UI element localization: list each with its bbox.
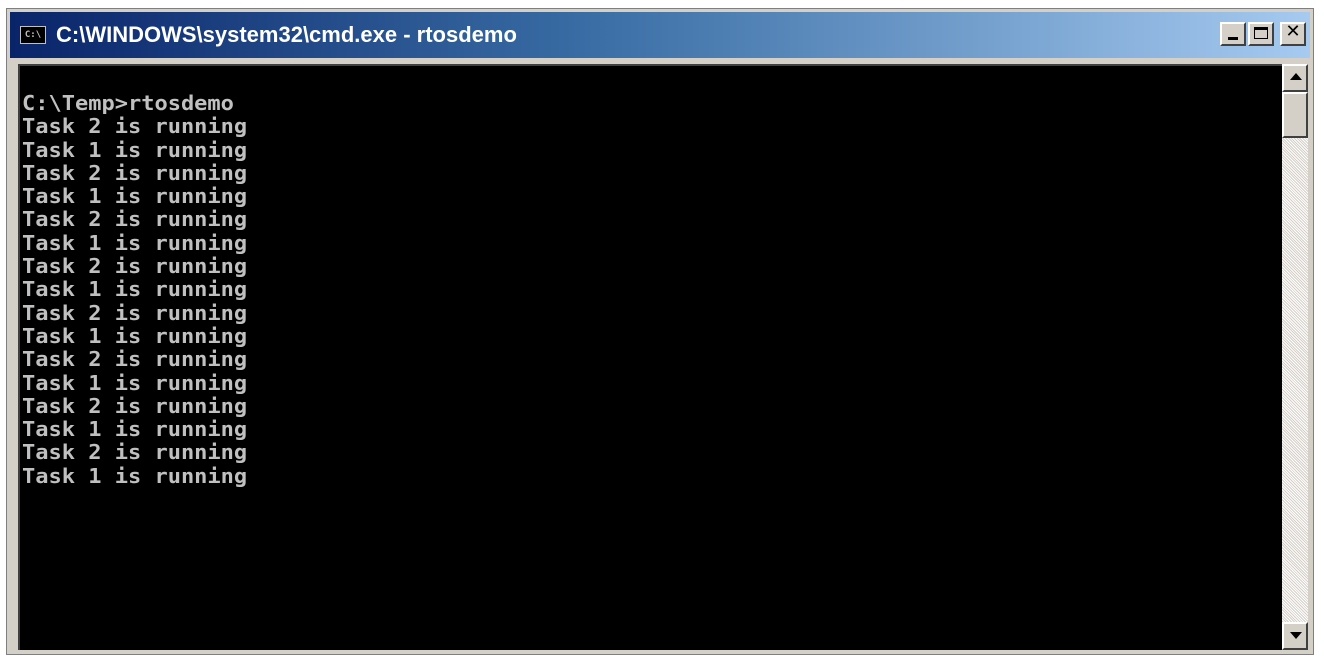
console-line: Task 2 is running bbox=[22, 254, 248, 279]
console-line: Task 2 is running bbox=[22, 440, 248, 465]
arrow-down-icon bbox=[1290, 632, 1302, 639]
console-line-prompt: C:\Temp>rtosdemo bbox=[22, 91, 234, 115]
console-line: Task 2 is running bbox=[22, 114, 248, 139]
window-title: C:\WINDOWS\system32\cmd.exe - rtosdemo bbox=[56, 22, 517, 47]
cmd-window: C:\ C:\WINDOWS\system32\cmd.exe - rtosde… bbox=[6, 8, 1314, 655]
console-line: Task 1 is running bbox=[22, 230, 248, 255]
close-icon: ✕ bbox=[1285, 21, 1301, 42]
vertical-scrollbar[interactable] bbox=[1282, 64, 1308, 650]
console-line: Task 1 is running bbox=[22, 323, 248, 348]
console-line: Task 1 is running bbox=[22, 184, 248, 209]
console-line: Task 1 is running bbox=[22, 277, 248, 302]
minimize-icon bbox=[1228, 37, 1238, 40]
scroll-up-button[interactable] bbox=[1282, 64, 1308, 92]
scroll-down-button[interactable] bbox=[1282, 622, 1308, 650]
console-line: Task 2 is running bbox=[22, 393, 248, 418]
console-line: Task 1 is running bbox=[22, 137, 248, 162]
arrow-up-icon bbox=[1290, 73, 1302, 80]
title-buttons: ✕ bbox=[1220, 22, 1306, 46]
maximize-icon bbox=[1254, 27, 1268, 39]
minimize-button[interactable] bbox=[1220, 22, 1246, 46]
console-line: Task 2 is running bbox=[22, 207, 248, 232]
console-line: Task 1 is running bbox=[22, 417, 248, 442]
console-line: Task 1 is running bbox=[22, 370, 248, 395]
console-output[interactable]: C:\Temp>rtosdemo Task 2 is running Task … bbox=[18, 64, 1282, 650]
console-line: Task 2 is running bbox=[22, 347, 248, 372]
maximize-button[interactable] bbox=[1248, 22, 1274, 46]
cmd-app-icon[interactable]: C:\ bbox=[20, 26, 46, 44]
close-button[interactable]: ✕ bbox=[1280, 22, 1306, 46]
console-line: Task 2 is running bbox=[22, 300, 248, 325]
scrollbar-thumb[interactable] bbox=[1282, 92, 1308, 138]
title-bar[interactable]: C:\ C:\WINDOWS\system32\cmd.exe - rtosde… bbox=[10, 12, 1310, 58]
console-line: Task 2 is running bbox=[22, 160, 248, 185]
console-line: Task 1 is running bbox=[22, 463, 248, 488]
